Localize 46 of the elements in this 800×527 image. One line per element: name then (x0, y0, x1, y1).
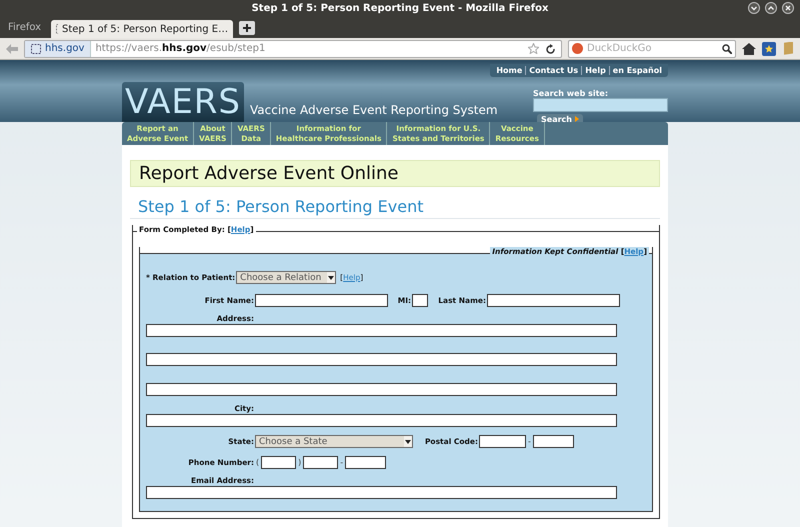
phone-field[interactable] (345, 456, 386, 469)
city-field[interactable] (146, 414, 617, 427)
url-text: https://vaers.hhs.gov/esub/step1 (94, 43, 266, 54)
new-tab-button[interactable] (239, 21, 256, 35)
site-identity[interactable]: hhs.gov (25, 40, 92, 56)
home-icon[interactable] (742, 42, 756, 54)
state-select[interactable]: Choose a State (255, 435, 413, 448)
separator: ) (298, 458, 302, 467)
search-engine-icon[interactable] (572, 43, 583, 54)
separator: - (528, 437, 531, 446)
postal-code-field[interactable] (479, 435, 526, 448)
firefox-menu-button[interactable]: Firefox (4, 22, 46, 38)
top-link[interactable]: en Español (608, 66, 665, 75)
mi-field[interactable] (412, 294, 428, 307)
page-title: Report Adverse Event Online (130, 160, 660, 187)
top-link[interactable]: Home (493, 66, 526, 75)
address-bar[interactable]: hhs.gov https://vaers.hhs.gov/esub/step1 (24, 40, 562, 58)
relation-select[interactable]: Choose a Relation (236, 271, 336, 284)
address-field[interactable] (146, 324, 617, 337)
search-label: Search web site: (533, 89, 610, 98)
separator: - (340, 458, 344, 467)
site-search-field[interactable] (533, 98, 668, 112)
separator: ( (256, 458, 260, 467)
browser-tab[interactable]: Step 1 of 5: Person Reporting E… (51, 20, 234, 38)
email-field[interactable] (146, 486, 617, 499)
last-name-field[interactable] (487, 294, 620, 307)
site-logo[interactable]: VAERS (122, 82, 244, 122)
search-icon[interactable] (722, 44, 732, 54)
phone-field[interactable] (303, 456, 338, 469)
address-field[interactable] (146, 383, 617, 396)
postal-code-field[interactable] (532, 435, 574, 448)
maximize-icon[interactable] (765, 2, 777, 14)
phone-field[interactable] (261, 456, 296, 469)
star-icon[interactable] (528, 43, 539, 54)
bookmark-icon[interactable] (762, 42, 776, 56)
plus-icon (243, 24, 252, 32)
close-icon[interactable] (782, 2, 794, 14)
step-title: Step 1 of 5: Person Reporting Event (130, 197, 660, 219)
top-link[interactable]: Help (581, 66, 609, 75)
window-title: Step 1 of 5: Person Reporting Event - Mozilla Firefox (252, 3, 548, 14)
arrow-icon (574, 116, 579, 122)
site-tagline: Vaccine Adverse Event Reporting System (250, 103, 499, 117)
first-name-field[interactable] (255, 294, 388, 307)
minimize-icon[interactable] (748, 2, 760, 14)
top-link[interactable]: Contact Us (525, 66, 582, 75)
address-field[interactable] (146, 353, 617, 366)
